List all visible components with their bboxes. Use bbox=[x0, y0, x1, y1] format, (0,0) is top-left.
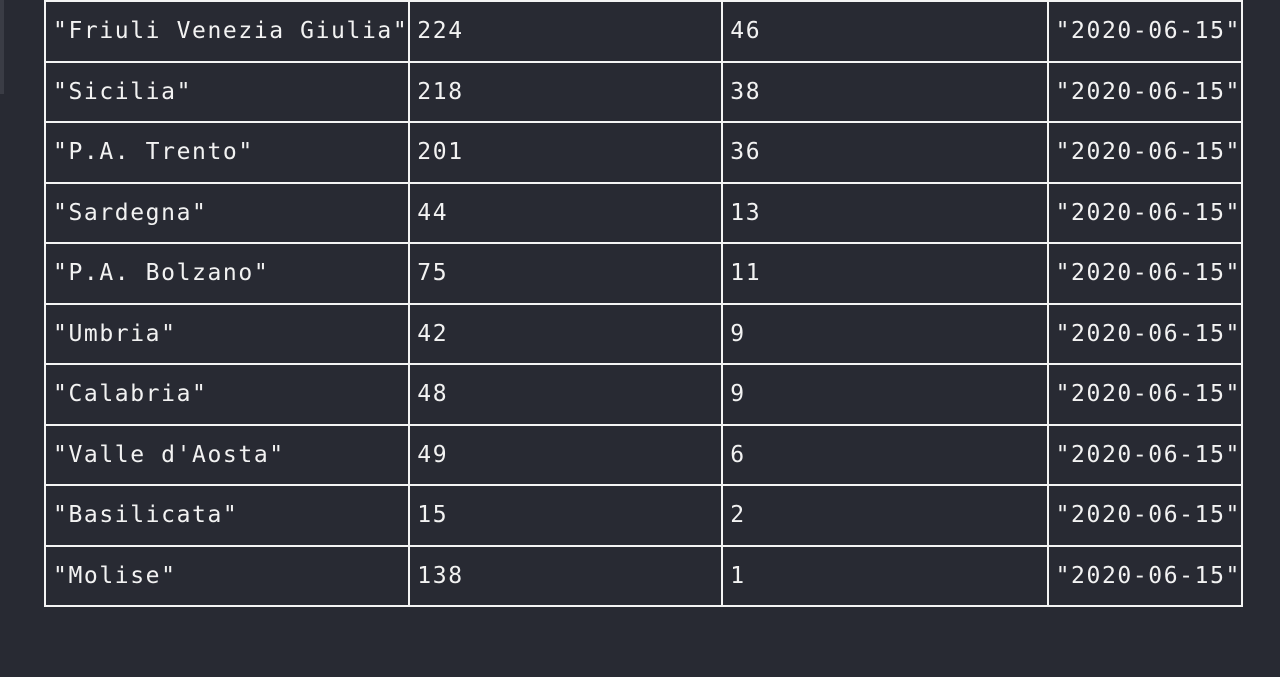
date-cell: "2020-06-15" bbox=[1046, 60, 1243, 123]
table-row: "Calabria" 48 9 "2020-06-15" bbox=[44, 363, 1243, 426]
value-b-cell: 6 bbox=[721, 423, 1049, 486]
value-a-cell: 201 bbox=[408, 121, 724, 184]
table-row: "Basilicata" 15 2 "2020-06-15" bbox=[44, 484, 1243, 547]
value-b-cell: 1 bbox=[721, 544, 1049, 607]
table-row: "Sardegna" 44 13 "2020-06-15" bbox=[44, 181, 1243, 244]
table-row: "Molise" 138 1 "2020-06-15" bbox=[44, 544, 1243, 607]
table-row: "Valle d'Aosta" 49 6 "2020-06-15" bbox=[44, 423, 1243, 486]
value-b-cell: 38 bbox=[721, 60, 1049, 123]
region-cell: "P.A. Bolzano" bbox=[44, 242, 411, 305]
value-b-cell: 9 bbox=[721, 363, 1049, 426]
table-row: "Umbria" 42 9 "2020-06-15" bbox=[44, 302, 1243, 365]
value-b-cell: 9 bbox=[721, 302, 1049, 365]
region-cell: "P.A. Trento" bbox=[44, 121, 411, 184]
value-a-cell: 138 bbox=[408, 544, 724, 607]
scrollbar-thumb[interactable] bbox=[0, 0, 4, 94]
date-cell: "2020-06-15" bbox=[1046, 423, 1243, 486]
region-cell: "Friuli Venezia Giulia" bbox=[44, 0, 411, 63]
value-a-cell: 75 bbox=[408, 242, 724, 305]
value-a-cell: 218 bbox=[408, 60, 724, 123]
date-cell: "2020-06-15" bbox=[1046, 363, 1243, 426]
table-row: "P.A. Trento" 201 36 "2020-06-15" bbox=[44, 121, 1243, 184]
date-cell: "2020-06-15" bbox=[1046, 484, 1243, 547]
value-a-cell: 49 bbox=[408, 423, 724, 486]
results-table-container: "Friuli Venezia Giulia" 224 46 "2020-06-… bbox=[44, 0, 1243, 648]
value-a-cell: 44 bbox=[408, 181, 724, 244]
table-row: "Friuli Venezia Giulia" 224 46 "2020-06-… bbox=[44, 0, 1243, 63]
value-b-cell: 11 bbox=[721, 242, 1049, 305]
region-cell: "Umbria" bbox=[44, 302, 411, 365]
value-a-cell: 15 bbox=[408, 484, 724, 547]
value-a-cell: 224 bbox=[408, 0, 724, 63]
table-row: "Sicilia" 218 38 "2020-06-15" bbox=[44, 60, 1243, 123]
value-b-cell: 36 bbox=[721, 121, 1049, 184]
date-cell: "2020-06-15" bbox=[1046, 181, 1243, 244]
value-a-cell: 48 bbox=[408, 363, 724, 426]
date-cell: "2020-06-15" bbox=[1046, 0, 1243, 63]
value-b-cell: 2 bbox=[721, 484, 1049, 547]
region-cell: "Valle d'Aosta" bbox=[44, 423, 411, 486]
region-cell: "Basilicata" bbox=[44, 484, 411, 547]
table-body: "Friuli Venezia Giulia" 224 46 "2020-06-… bbox=[44, 0, 1243, 607]
region-cell: "Sicilia" bbox=[44, 60, 411, 123]
table-row: "P.A. Bolzano" 75 11 "2020-06-15" bbox=[44, 242, 1243, 305]
results-table: "Friuli Venezia Giulia" 224 46 "2020-06-… bbox=[44, 0, 1243, 607]
region-cell: "Sardegna" bbox=[44, 181, 411, 244]
date-cell: "2020-06-15" bbox=[1046, 302, 1243, 365]
value-a-cell: 42 bbox=[408, 302, 724, 365]
region-cell: "Molise" bbox=[44, 544, 411, 607]
region-cell: "Calabria" bbox=[44, 363, 411, 426]
date-cell: "2020-06-15" bbox=[1046, 242, 1243, 305]
value-b-cell: 13 bbox=[721, 181, 1049, 244]
value-b-cell: 46 bbox=[721, 0, 1049, 63]
date-cell: "2020-06-15" bbox=[1046, 544, 1243, 607]
date-cell: "2020-06-15" bbox=[1046, 121, 1243, 184]
